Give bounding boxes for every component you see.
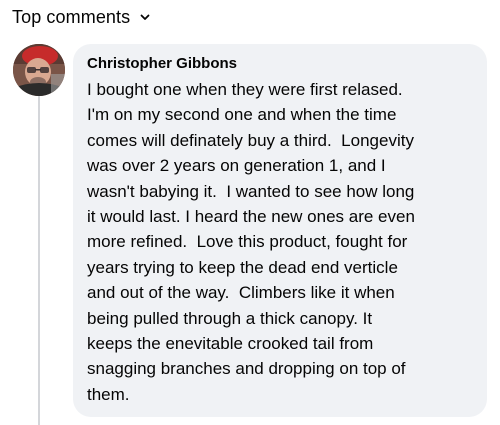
comment-author-name[interactable]: Christopher Gibbons bbox=[87, 54, 237, 74]
avatar[interactable] bbox=[13, 44, 65, 96]
top-comments-label: Top comments bbox=[12, 6, 131, 27]
comment-bubble: Christopher Gibbons I bought one when th… bbox=[73, 44, 487, 417]
thread-line bbox=[38, 96, 40, 425]
profile-photo bbox=[13, 44, 65, 96]
comment-text: I bought one when they were first relase… bbox=[87, 80, 415, 404]
chevron-down-icon bbox=[138, 10, 152, 24]
top-comments-dropdown[interactable]: Top comments bbox=[12, 4, 152, 30]
